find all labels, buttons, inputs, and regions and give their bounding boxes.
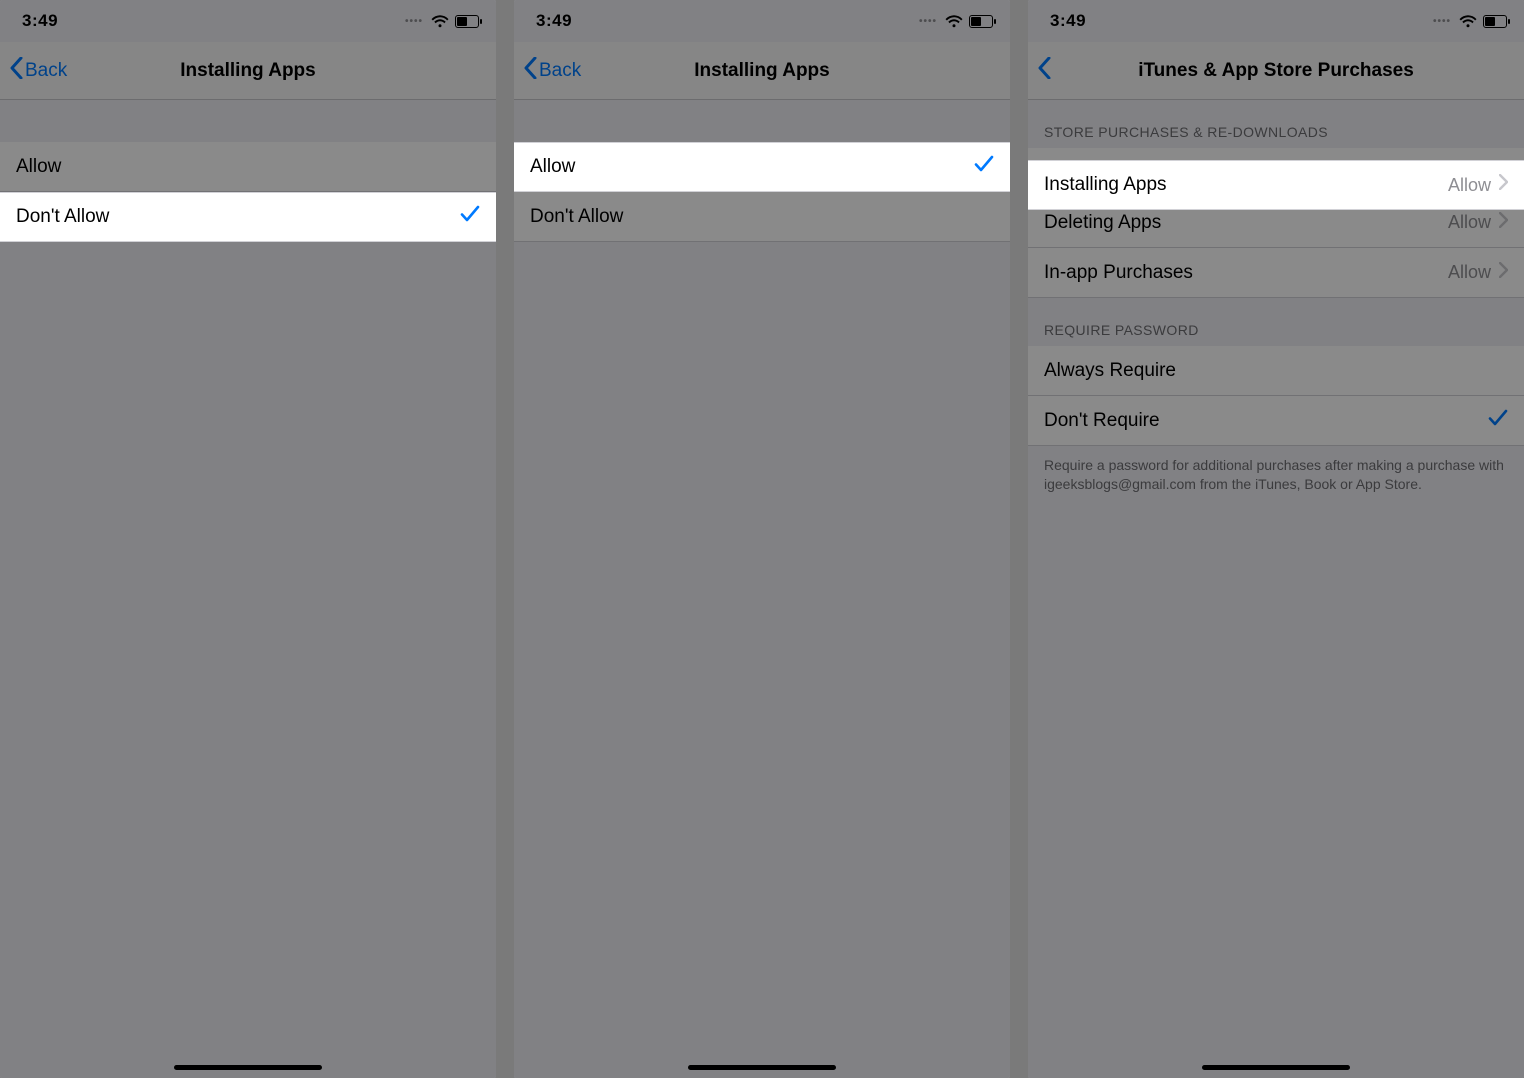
content: Allow Don't Allow xyxy=(514,100,1010,1078)
status-time: 3:49 xyxy=(1050,11,1086,31)
section-footer: Require a password for additional purcha… xyxy=(1028,446,1524,500)
chevron-left-icon xyxy=(524,57,537,85)
highlighted-row-dont-allow[interactable]: Don't Allow xyxy=(0,192,496,242)
status-time: 3:49 xyxy=(22,11,58,31)
row-value: Allow xyxy=(1448,175,1491,196)
chevron-right-icon xyxy=(1499,174,1508,196)
status-icons: •••• xyxy=(1433,15,1510,28)
back-label: Back xyxy=(539,60,581,82)
status-bar: 3:49 •••• xyxy=(514,0,1010,42)
page-title: Installing Apps xyxy=(514,60,1010,82)
content: STORE PURCHASES & RE-DOWNLOADS Installin… xyxy=(1028,100,1524,1078)
battery-icon xyxy=(1483,15,1510,28)
row-dont-require[interactable]: Don't Require xyxy=(1028,396,1524,446)
row-inapp-purchases[interactable]: In-app Purchases Allow xyxy=(1028,248,1524,298)
nav-bar: iTunes & App Store Purchases xyxy=(1028,42,1524,100)
row-label: Installing Apps xyxy=(1044,174,1448,196)
option-label: Allow xyxy=(530,156,974,178)
checkmark-icon xyxy=(1488,409,1508,433)
cell-signal-icon: •••• xyxy=(919,16,937,27)
back-label: Back xyxy=(25,60,67,82)
cell-signal-icon: •••• xyxy=(1433,16,1451,27)
page-title: Installing Apps xyxy=(0,60,496,82)
content-fill xyxy=(0,242,496,1078)
section-header-password: REQUIRE PASSWORD xyxy=(1028,298,1524,346)
option-label: Don't Allow xyxy=(16,206,460,228)
wifi-icon xyxy=(1459,15,1477,28)
content: Allow Don't Allow xyxy=(0,100,496,1078)
option-label: Allow xyxy=(16,156,480,178)
row-label: Don't Require xyxy=(1044,410,1488,432)
wifi-icon xyxy=(945,15,963,28)
nav-bar: Back Installing Apps xyxy=(0,42,496,100)
row-value: Allow xyxy=(1448,212,1491,233)
row-label: In-app Purchases xyxy=(1044,262,1448,284)
phone-screen-1: 3:49 •••• Back Installing Apps xyxy=(0,0,496,1078)
phone-screen-2: 3:49 •••• Back Installing Apps xyxy=(514,0,1010,1078)
checkmark-icon xyxy=(460,205,480,229)
cell-signal-icon: •••• xyxy=(405,16,423,27)
status-icons: •••• xyxy=(405,15,482,28)
row-label: Deleting Apps xyxy=(1044,212,1448,234)
group-spacer xyxy=(0,100,496,142)
group-spacer xyxy=(514,100,1010,142)
status-time: 3:49 xyxy=(536,11,572,31)
content-fill xyxy=(514,242,1010,1078)
row-always-require[interactable]: Always Require xyxy=(1028,346,1524,396)
status-icons: •••• xyxy=(919,15,996,28)
row-value: Allow xyxy=(1448,262,1491,283)
page-title: iTunes & App Store Purchases xyxy=(1028,60,1524,82)
status-bar: 3:49 •••• xyxy=(1028,0,1524,42)
row-label: Always Require xyxy=(1044,360,1508,382)
phone-screen-3: 3:49 •••• iTunes & App Store Purchases S… xyxy=(1028,0,1524,1078)
back-button[interactable]: Back xyxy=(520,42,585,99)
three-phone-layout: 3:49 •••• Back Installing Apps xyxy=(0,0,1524,1078)
option-dont-allow[interactable]: Don't Allow xyxy=(514,192,1010,242)
option-label: Don't Allow xyxy=(530,206,994,228)
battery-icon xyxy=(969,15,996,28)
highlighted-row-installing-apps[interactable]: Installing Apps Allow xyxy=(1028,160,1524,210)
nav-bar: Back Installing Apps xyxy=(514,42,1010,100)
wifi-icon xyxy=(431,15,449,28)
checkmark-icon xyxy=(974,155,994,179)
section-header-store: STORE PURCHASES & RE-DOWNLOADS xyxy=(1028,100,1524,148)
chevron-left-icon xyxy=(1038,57,1051,85)
chevron-right-icon xyxy=(1499,262,1508,284)
home-indicator[interactable] xyxy=(1202,1065,1350,1070)
option-allow[interactable]: Allow xyxy=(0,142,496,192)
back-button[interactable]: Back xyxy=(6,42,71,99)
content-fill xyxy=(1028,500,1524,1078)
back-button[interactable] xyxy=(1034,42,1057,99)
chevron-left-icon xyxy=(10,57,23,85)
home-indicator[interactable] xyxy=(174,1065,322,1070)
chevron-right-icon xyxy=(1499,212,1508,234)
status-bar: 3:49 •••• xyxy=(0,0,496,42)
highlighted-row-allow[interactable]: Allow xyxy=(514,142,1010,192)
battery-icon xyxy=(455,15,482,28)
home-indicator[interactable] xyxy=(688,1065,836,1070)
